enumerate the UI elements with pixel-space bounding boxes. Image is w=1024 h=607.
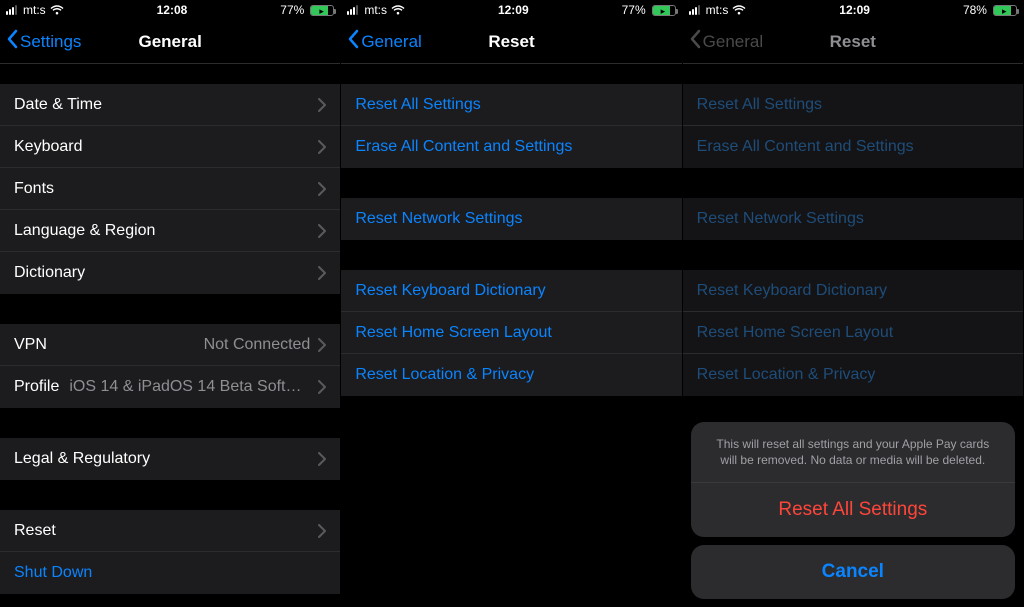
row-label: Shut Down bbox=[14, 564, 92, 582]
row-reset-home-screen-layout: Reset Home Screen Layout bbox=[683, 312, 1023, 354]
row-label: Profile bbox=[14, 378, 59, 396]
row-label: Reset Location & Privacy bbox=[355, 366, 534, 384]
row-vpn[interactable]: VPN Not Connected bbox=[0, 324, 340, 366]
settings-list: Date & Time Keyboard Fonts Language & Regio… bbox=[0, 64, 340, 607]
chevron-right-icon bbox=[318, 524, 326, 538]
row-profile[interactable]: Profile iOS 14 & iPadOS 14 Beta Softwar..… bbox=[0, 366, 340, 408]
back-button[interactable]: Settings bbox=[0, 29, 81, 54]
chevron-right-icon bbox=[318, 224, 326, 238]
battery-pct-label: 78% bbox=[963, 3, 987, 17]
action-sheet: This will reset all settings and your Ap… bbox=[691, 422, 1015, 599]
battery-icon: ▸ bbox=[993, 5, 1017, 16]
sheet-message: This will reset all settings and your Ap… bbox=[691, 422, 1015, 483]
signal-icon bbox=[6, 5, 17, 15]
reset-all-settings-confirm-button[interactable]: Reset All Settings bbox=[691, 483, 1015, 537]
status-bar: mt:s 12:08 77% ▸ bbox=[0, 0, 340, 20]
row-erase-all-content-and-settings: Erase All Content and Settings bbox=[683, 126, 1023, 168]
row-keyboard[interactable]: Keyboard bbox=[0, 126, 340, 168]
back-label: Settings bbox=[20, 32, 81, 52]
clock-label: 12:09 bbox=[839, 3, 870, 17]
row-label: Reset All Settings bbox=[355, 96, 480, 114]
chevron-right-icon bbox=[318, 338, 326, 352]
row-label: Language & Region bbox=[14, 222, 155, 240]
row-label: Reset Keyboard Dictionary bbox=[697, 282, 887, 300]
carrier-label: mt:s bbox=[23, 3, 46, 17]
clock-label: 12:08 bbox=[157, 3, 188, 17]
chevron-left-icon bbox=[689, 29, 701, 54]
row-label: Date & Time bbox=[14, 96, 102, 114]
row-label: Reset Network Settings bbox=[697, 210, 864, 228]
chevron-left-icon bbox=[347, 29, 359, 54]
back-label: General bbox=[703, 32, 763, 52]
row-reset-location-privacy: Reset Location & Privacy bbox=[683, 354, 1023, 396]
row-label: Legal & Regulatory bbox=[14, 450, 150, 468]
chevron-right-icon bbox=[318, 266, 326, 280]
row-detail: Not Connected bbox=[57, 336, 310, 354]
row-legal-regulatory[interactable]: Legal & Regulatory bbox=[0, 438, 340, 480]
battery-pct-label: 77% bbox=[622, 3, 646, 17]
row-reset-keyboard-dictionary: Reset Keyboard Dictionary bbox=[683, 270, 1023, 312]
screen-reset-confirm: mt:s 12:09 78% ▸ General Reset Reset All… bbox=[683, 0, 1024, 607]
row-dictionary[interactable]: Dictionary bbox=[0, 252, 340, 294]
chevron-right-icon bbox=[318, 380, 326, 394]
row-reset-location-privacy[interactable]: Reset Location & Privacy bbox=[341, 354, 681, 396]
chevron-right-icon bbox=[318, 140, 326, 154]
row-erase-all-content-and-settings[interactable]: Erase All Content and Settings bbox=[341, 126, 681, 168]
chevron-left-icon bbox=[6, 29, 18, 54]
chevron-right-icon bbox=[318, 182, 326, 196]
row-label: Reset All Settings bbox=[697, 96, 822, 114]
cancel-button[interactable]: Cancel bbox=[691, 545, 1015, 599]
row-detail: iOS 14 & iPadOS 14 Beta Softwar... bbox=[69, 378, 310, 396]
row-language-region[interactable]: Language & Region bbox=[0, 210, 340, 252]
chevron-right-icon bbox=[318, 98, 326, 112]
status-bar: mt:s 12:09 78% ▸ bbox=[683, 0, 1023, 20]
row-label: Fonts bbox=[14, 180, 54, 198]
back-label: General bbox=[361, 32, 421, 52]
carrier-label: mt:s bbox=[706, 3, 729, 17]
row-reset[interactable]: Reset bbox=[0, 510, 340, 552]
wifi-icon bbox=[732, 5, 746, 15]
row-reset-home-screen-layout[interactable]: Reset Home Screen Layout bbox=[341, 312, 681, 354]
row-reset-network-settings[interactable]: Reset Network Settings bbox=[341, 198, 681, 240]
signal-icon bbox=[347, 5, 358, 15]
row-reset-all-settings: Reset All Settings bbox=[683, 84, 1023, 126]
row-shut-down[interactable]: Shut Down bbox=[0, 552, 340, 594]
battery-icon: ▸ bbox=[310, 5, 334, 16]
row-label: Erase All Content and Settings bbox=[355, 138, 572, 156]
row-label: Reset Home Screen Layout bbox=[697, 324, 894, 342]
row-label: Dictionary bbox=[14, 264, 85, 282]
row-label: VPN bbox=[14, 336, 47, 354]
screen-general: mt:s 12:08 77% ▸ Settings General Date &… bbox=[0, 0, 341, 607]
wifi-icon bbox=[50, 5, 64, 15]
row-reset-all-settings[interactable]: Reset All Settings bbox=[341, 84, 681, 126]
chevron-right-icon bbox=[318, 452, 326, 466]
row-label: Keyboard bbox=[14, 138, 83, 156]
row-reset-keyboard-dictionary[interactable]: Reset Keyboard Dictionary bbox=[341, 270, 681, 312]
row-label: Erase All Content and Settings bbox=[697, 138, 914, 156]
row-label: Reset bbox=[14, 522, 56, 540]
settings-list: Reset All Settings Erase All Content and … bbox=[341, 64, 681, 607]
row-label: Reset Location & Privacy bbox=[697, 366, 876, 384]
screen-reset: mt:s 12:09 77% ▸ General Reset Reset All… bbox=[341, 0, 682, 607]
row-label: Reset Home Screen Layout bbox=[355, 324, 552, 342]
battery-icon: ▸ bbox=[652, 5, 676, 16]
row-date-time[interactable]: Date & Time bbox=[0, 84, 340, 126]
back-button[interactable]: General bbox=[341, 29, 421, 54]
row-fonts[interactable]: Fonts bbox=[0, 168, 340, 210]
nav-bar: General Reset bbox=[683, 20, 1023, 64]
status-bar: mt:s 12:09 77% ▸ bbox=[341, 0, 681, 20]
action-sheet-card: This will reset all settings and your Ap… bbox=[691, 422, 1015, 537]
back-button: General bbox=[683, 29, 763, 54]
battery-pct-label: 77% bbox=[280, 3, 304, 17]
nav-bar: General Reset bbox=[341, 20, 681, 64]
clock-label: 12:09 bbox=[498, 3, 529, 17]
row-reset-network-settings: Reset Network Settings bbox=[683, 198, 1023, 240]
row-label: Reset Network Settings bbox=[355, 210, 522, 228]
nav-bar: Settings General bbox=[0, 20, 340, 64]
signal-icon bbox=[689, 5, 700, 15]
carrier-label: mt:s bbox=[364, 3, 387, 17]
row-label: Reset Keyboard Dictionary bbox=[355, 282, 545, 300]
wifi-icon bbox=[391, 5, 405, 15]
